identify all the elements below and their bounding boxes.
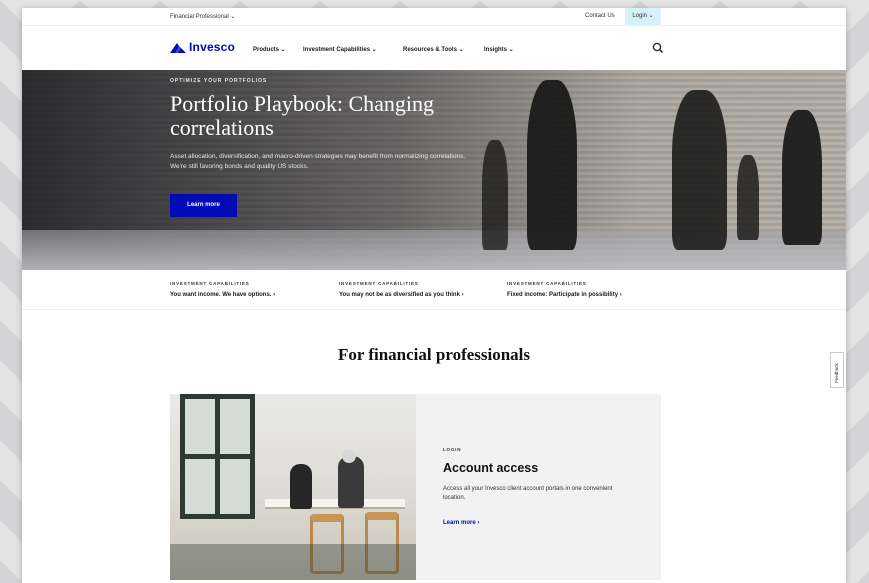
capability-item: INVESTMENT CAPABILITIES You want income.… xyxy=(170,281,275,298)
search-icon[interactable] xyxy=(652,42,664,54)
capability-item: INVESTMENT CAPABILITIES Fixed income: Pa… xyxy=(507,281,622,298)
card-eyebrow: LOGIN xyxy=(443,447,462,452)
floor-shadow xyxy=(170,544,416,580)
capability-link-income[interactable]: You want income. We have options. › xyxy=(170,292,275,298)
card-learn-more-link[interactable]: Learn more › xyxy=(443,520,479,526)
brand-name: Invesco xyxy=(189,40,236,54)
hero-learn-more-button[interactable]: Learn more xyxy=(170,194,237,217)
card-title: Account access xyxy=(443,461,539,475)
mountain-logo-icon xyxy=(170,42,186,53)
person-head xyxy=(342,449,356,463)
person-figure xyxy=(338,456,364,508)
feedback-label: Feedback xyxy=(834,363,839,383)
invesco-logo[interactable]: Invesco xyxy=(170,40,235,54)
walker-figure xyxy=(527,80,577,250)
card-description: Access all your Invesco client account p… xyxy=(443,486,613,501)
section-title: For financial professionals xyxy=(337,345,531,364)
walker-figure xyxy=(672,90,727,250)
capability-eyebrow: INVESTMENT CAPABILITIES xyxy=(507,281,587,286)
hero-title: Portfolio Playbook: Changing correlation… xyxy=(170,91,434,140)
window-frame xyxy=(180,394,255,519)
person-figure xyxy=(290,464,312,509)
contact-us-link[interactable]: Contact Us xyxy=(585,13,615,19)
capability-eyebrow: INVESTMENT CAPABILITIES xyxy=(170,281,250,286)
hero-description: Asset allocation, diversification, and m… xyxy=(170,153,466,170)
capability-item: INVESTMENT CAPABILITIES You may not be a… xyxy=(339,281,464,298)
walker-figure xyxy=(482,140,508,250)
walker-figure xyxy=(737,155,759,240)
main-nav: Invesco Products ⌄ Investment Capabiliti… xyxy=(22,26,846,70)
nav-insights[interactable]: Insights ⌄ xyxy=(484,46,514,53)
capabilities-strip: INVESTMENT CAPABILITIES You want income.… xyxy=(22,270,846,310)
nav-products[interactable]: Products ⌄ xyxy=(253,46,286,53)
table xyxy=(265,499,405,509)
nav-resources-tools[interactable]: Resources & Tools ⌄ xyxy=(403,46,464,53)
feedback-tab[interactable]: Feedback xyxy=(830,352,844,388)
account-access-card: LOGIN Account access Access all your Inv… xyxy=(170,394,661,580)
office-meeting-image xyxy=(170,394,416,580)
walker-figure xyxy=(782,110,822,245)
hero-banner: OPTIMIZE YOUR PORTFOLIOS Portfolio Playb… xyxy=(22,70,846,270)
capability-eyebrow: INVESTMENT CAPABILITIES xyxy=(339,281,419,286)
capability-link-diversified[interactable]: You may not be as diversified as you thi… xyxy=(339,292,464,298)
hero-eyebrow: OPTIMIZE YOUR PORTFOLIOS xyxy=(170,78,268,84)
login-button[interactable]: Login ⌄ xyxy=(625,8,661,25)
nav-investment-capabilities[interactable]: Investment Capabilities ⌄ xyxy=(303,46,377,53)
audience-selector[interactable]: Financial Professional ⌄ xyxy=(170,13,235,20)
capability-link-fixed-income[interactable]: Fixed income: Participate in possibility… xyxy=(507,292,622,298)
utility-bar: Financial Professional ⌄ Contact Us Logi… xyxy=(22,8,846,26)
page: Financial Professional ⌄ Contact Us Logi… xyxy=(22,8,846,583)
